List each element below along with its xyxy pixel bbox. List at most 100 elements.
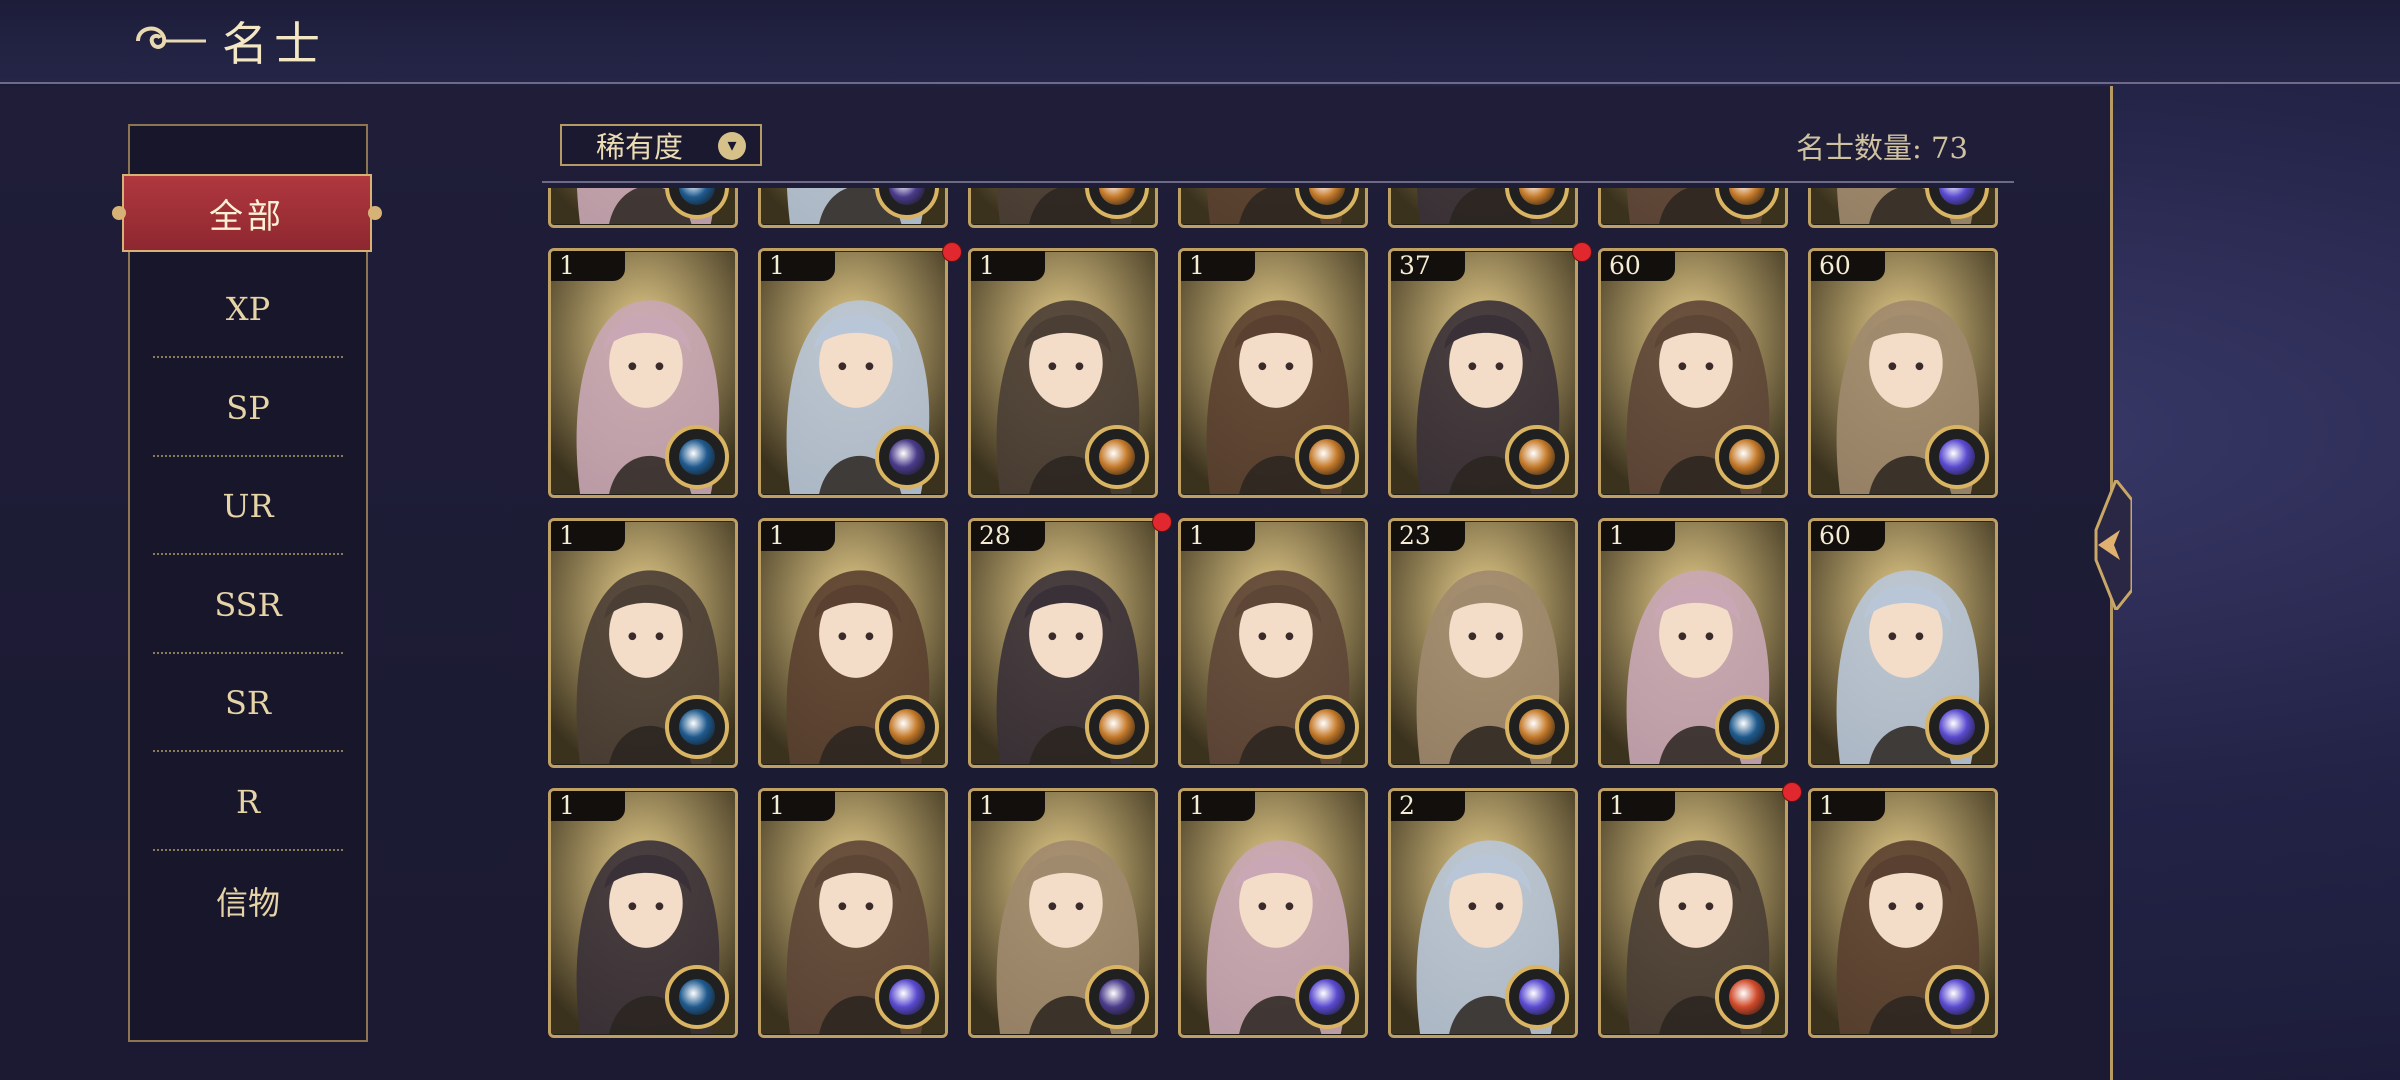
character-level: 60 — [1811, 521, 1885, 551]
character-card[interactable]: 1 — [1808, 788, 1998, 1038]
character-card[interactable] — [1388, 188, 1578, 228]
element-emblem-icon — [875, 695, 939, 759]
emblem-core — [889, 979, 925, 1015]
character-card[interactable]: 60 — [1808, 248, 1998, 498]
category-tab-sp[interactable]: SP — [153, 359, 343, 457]
collapse-arrow-icon[interactable] — [2076, 480, 2132, 610]
character-count: 名士数量: 73 — [1796, 131, 1968, 165]
category-tab-label: UR — [222, 487, 274, 526]
emblem-core — [1519, 709, 1555, 745]
new-notification-dot — [1572, 242, 1592, 262]
emblem-core — [889, 439, 925, 475]
character-level: 60 — [1601, 251, 1675, 281]
character-level: 28 — [971, 521, 1045, 551]
element-emblem-icon — [875, 965, 939, 1029]
emblem-core — [889, 188, 925, 205]
character-level: 1 — [761, 791, 835, 821]
emblem-core — [1309, 439, 1345, 475]
category-tab-label: SP — [226, 388, 270, 427]
category-tab-all[interactable]: 全部 — [112, 174, 382, 252]
divider-line — [542, 181, 2014, 183]
element-emblem-icon — [1925, 425, 1989, 489]
category-tab-all-label: 全部 — [209, 196, 285, 237]
character-level: 1 — [551, 251, 625, 281]
character-card[interactable]: 1 — [1178, 248, 1368, 498]
emblem-core — [1099, 188, 1135, 205]
character-level: 1 — [1601, 521, 1675, 551]
character-level: 1 — [1811, 791, 1885, 821]
category-tab-label: R — [235, 783, 261, 821]
character-card[interactable] — [1598, 188, 1788, 228]
category-tab-ur[interactable]: UR — [153, 457, 343, 556]
category-tab-ssr[interactable]: SSR — [153, 556, 343, 654]
character-card[interactable]: 60 — [1808, 518, 1998, 768]
emblem-core — [1729, 188, 1765, 205]
emblem-core — [1729, 439, 1765, 475]
category-tab-r[interactable]: R — [153, 753, 343, 851]
character-card[interactable]: 1 — [968, 248, 1158, 498]
character-card[interactable] — [548, 188, 738, 228]
character-card[interactable] — [1808, 188, 1998, 228]
character-level: 23 — [1391, 521, 1465, 551]
rarity-filter-dropdown[interactable]: 稀有度 ▾ — [560, 124, 762, 166]
character-card[interactable]: 60 — [1598, 248, 1788, 498]
character-card[interactable]: 37 — [1388, 248, 1578, 498]
emblem-core — [1099, 709, 1135, 745]
category-tab-keepsake[interactable]: 信物 — [153, 852, 343, 950]
category-tab-label: SR — [224, 684, 271, 723]
emblem-core — [1729, 709, 1765, 745]
character-card[interactable]: 1 — [758, 248, 948, 498]
character-level: 1 — [761, 251, 835, 281]
emblem-core — [1729, 979, 1765, 1015]
character-card[interactable]: 1 — [1178, 518, 1368, 768]
emblem-core — [1939, 979, 1975, 1015]
character-card[interactable]: 1 — [1598, 788, 1788, 1038]
page-title: 名士 — [222, 17, 326, 71]
character-card[interactable] — [1178, 188, 1368, 228]
element-emblem-icon — [1715, 965, 1779, 1029]
element-emblem-icon — [1925, 965, 1989, 1029]
element-emblem-icon — [665, 695, 729, 759]
emblem-core — [679, 439, 715, 475]
character-level: 1 — [971, 791, 1045, 821]
character-level: 1 — [1181, 791, 1255, 821]
character-level: 1 — [551, 521, 625, 551]
element-emblem-icon — [1295, 965, 1359, 1029]
character-card[interactable]: 1 — [548, 788, 738, 1038]
character-card[interactable]: 1 — [1178, 788, 1368, 1038]
character-card[interactable]: 28 — [968, 518, 1158, 768]
emblem-core — [1939, 709, 1975, 745]
character-card[interactable]: 1 — [548, 248, 738, 498]
character-level: 1 — [1601, 791, 1675, 821]
element-emblem-icon — [1715, 425, 1779, 489]
character-level: 1 — [1181, 251, 1255, 281]
tab-knob-left — [112, 206, 126, 220]
element-emblem-icon — [1505, 965, 1569, 1029]
character-card[interactable]: 2 — [1388, 788, 1578, 1038]
character-level: 60 — [1811, 251, 1885, 281]
character-card[interactable] — [758, 188, 948, 228]
cloud-swirl-icon — [136, 26, 206, 49]
element-emblem-icon — [1505, 695, 1569, 759]
element-emblem-icon — [1505, 425, 1569, 489]
character-card[interactable]: 23 — [1388, 518, 1578, 768]
character-card[interactable]: 1 — [968, 788, 1158, 1038]
emblem-core — [1939, 439, 1975, 475]
character-card[interactable]: 1 — [548, 518, 738, 768]
character-level: 37 — [1391, 251, 1465, 281]
element-emblem-icon — [875, 425, 939, 489]
character-level: 1 — [761, 521, 835, 551]
character-card[interactable]: 1 — [1598, 518, 1788, 768]
element-emblem-icon — [1085, 425, 1149, 489]
category-tab-label: 信物 — [215, 883, 280, 922]
emblem-core — [679, 188, 715, 205]
character-card[interactable]: 1 — [758, 518, 948, 768]
character-card[interactable]: 1 — [758, 788, 948, 1038]
category-tab-sr[interactable]: SR — [153, 654, 343, 753]
emblem-core — [889, 709, 925, 745]
character-card[interactable] — [968, 188, 1158, 228]
category-tab-xp[interactable]: XP — [153, 260, 343, 358]
emblem-core — [1939, 188, 1975, 205]
element-emblem-icon — [1925, 695, 1989, 759]
element-emblem-icon — [1085, 695, 1149, 759]
